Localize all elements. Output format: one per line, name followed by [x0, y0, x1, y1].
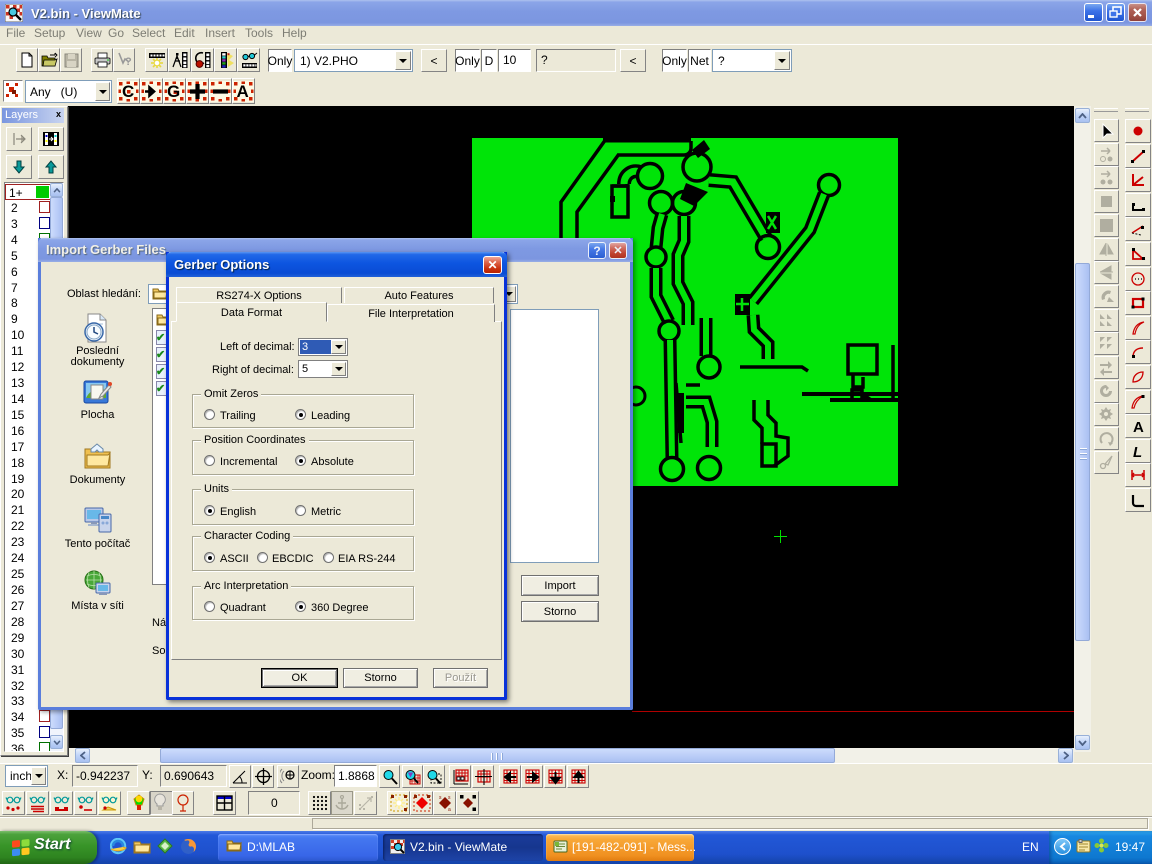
svg-text:s: s [448, 795, 451, 801]
svg-text:A: A [1133, 419, 1144, 434]
svg-text:G: G [167, 82, 180, 101]
svg-text:C: C [122, 82, 134, 101]
svg-text:L: L [1133, 444, 1142, 459]
svg-text:A: A [237, 82, 249, 101]
svg-text:a: a [448, 807, 451, 812]
svg-text:?: ? [125, 56, 132, 68]
svg-text:s: s [439, 795, 442, 801]
